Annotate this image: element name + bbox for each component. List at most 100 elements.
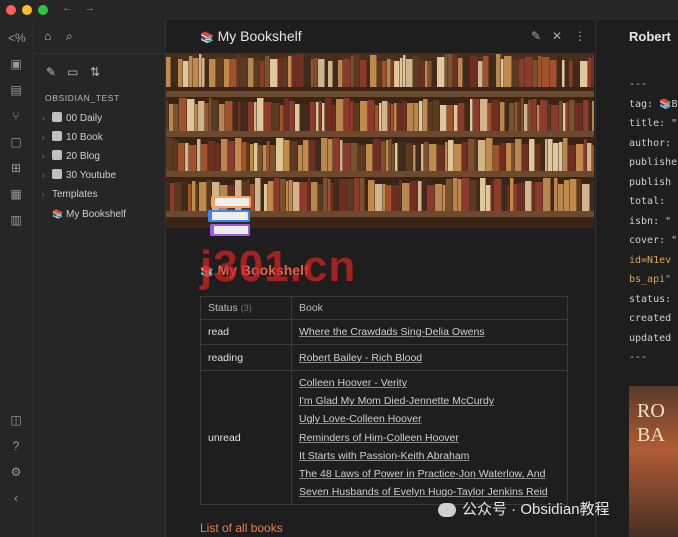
code-line: publish: [629, 176, 672, 188]
close-icon[interactable]: ✕: [552, 29, 562, 43]
code-line: isbn: ": [629, 215, 672, 227]
status-cell: reading: [200, 344, 292, 371]
calendar-icon[interactable]: ▦: [8, 186, 24, 202]
tree-item-label: 00 Daily: [66, 113, 103, 124]
left-ribbon: <% ▣ ▤ ⑂ ▢ ⊞ ▦ ▥ ◫ ? ⚙ ‹: [0, 20, 34, 537]
more-options-icon[interactable]: ⋮: [574, 29, 586, 43]
new-note-icon[interactable]: ✎: [46, 65, 56, 79]
tree-item-templates[interactable]: › Templates: [42, 186, 162, 204]
status-cell: read: [200, 319, 292, 345]
book-link[interactable]: I'm Glad My Mom Died-Jennette McCurdy: [299, 395, 494, 407]
right-editor-pane: Robert --- tag: 📚B title: " author: publishe…: [595, 20, 678, 537]
code-line: id=N1ev: [629, 254, 672, 266]
book-link[interactable]: Ugly Love-Colleen Hoover: [299, 413, 422, 425]
home-icon[interactable]: ⌂: [44, 29, 51, 43]
code-line: total:: [629, 196, 672, 207]
search-icon[interactable]: ⌕: [66, 29, 73, 44]
code-line: bs_api": [629, 274, 672, 285]
status-header-label: Status: [208, 302, 238, 314]
books-emoji-icon: [208, 196, 251, 236]
book-cover-image: RO BA: [629, 386, 678, 537]
code-line: ---: [629, 352, 648, 363]
code-line: author:: [629, 137, 672, 149]
wechat-watermark: 公众号 · Obsidian教程: [438, 498, 610, 519]
book-link[interactable]: Where the Crawdads Sing-Delia Owens: [299, 326, 485, 338]
wechat-icon: [438, 503, 456, 518]
calendar-folder-icon: [52, 112, 62, 123]
books-emoji-icon: 📚: [200, 32, 214, 44]
book-column-header[interactable]: Book: [291, 296, 568, 320]
tree-item-20-blog[interactable]: › 20 Blog: [42, 148, 162, 166]
book-cell: Where the Crawdads Sing-Delia Owens: [291, 319, 568, 345]
status-cell: unread: [200, 369, 292, 506]
book-link[interactable]: Colleen Hoover - Verity: [299, 377, 407, 389]
tree-item-10-book[interactable]: › 10 Book: [42, 129, 162, 147]
code-line: tag: 📚B: [629, 98, 678, 110]
table-row: reading Robert Bailey - Rich Blood: [200, 344, 568, 371]
settings-icon[interactable]: ⚙: [8, 464, 24, 480]
status-count: (3): [240, 303, 252, 313]
blog-folder-icon: [52, 150, 62, 161]
book-link[interactable]: Seven Husbands of Evelyn Hugo-Taylor Jen…: [299, 486, 548, 498]
chevron-right-icon[interactable]: ›: [42, 167, 52, 185]
book-icon[interactable]: ▥: [8, 212, 24, 228]
chevron-right-icon[interactable]: ›: [42, 110, 52, 128]
cover-text-line: BA: [637, 424, 665, 446]
sort-icon[interactable]: ⇅: [90, 65, 100, 79]
minimize-window-button[interactable]: [22, 5, 32, 15]
table-row: read Where the Crawdads Sing-Delia Owens: [200, 319, 568, 345]
collapse-icon[interactable]: ‹: [8, 490, 24, 506]
code-line: created: [629, 313, 672, 324]
tree-item-00-daily[interactable]: › 00 Daily: [42, 110, 162, 128]
book-link[interactable]: The 48 Laws of Power in Practice-Jon Wat…: [299, 468, 545, 480]
book-cell: Colleen Hoover - Verity I'm Glad My Mom …: [291, 369, 568, 506]
frontmatter-code[interactable]: --- tag: 📚B title: " author: publishe publish…: [629, 75, 678, 368]
edit-icon[interactable]: ✎: [531, 29, 541, 43]
tree-item-label: 30 Youtube: [66, 170, 117, 181]
watermark-text: j301.cn: [200, 242, 357, 291]
youtube-folder-icon: [52, 169, 62, 180]
tree-item-label: My Bookshelf: [66, 209, 127, 220]
chevron-right-icon[interactable]: ›: [42, 129, 52, 147]
nav-forward-icon[interactable]: →: [84, 2, 95, 14]
note-title[interactable]: 📚 My Bookshelf: [200, 28, 302, 44]
code-icon[interactable]: <%: [8, 30, 26, 46]
sidebar-top-bar: ⌂ ⌕: [34, 20, 165, 54]
tree-item-my-bookshelf[interactable]: 📚 My Bookshelf: [42, 205, 162, 223]
book-folder-icon: [52, 131, 62, 142]
file-icon[interactable]: ▤: [8, 82, 24, 98]
book-cell: Robert Bailey - Rich Blood: [291, 344, 568, 371]
book-link[interactable]: Robert Bailey - Rich Blood: [299, 352, 422, 364]
chevron-right-icon[interactable]: ›: [42, 186, 52, 204]
book-link[interactable]: It Starts with Passion-Keith Abraham: [299, 450, 469, 462]
code-line: ---: [629, 79, 648, 90]
maximize-window-button[interactable]: [38, 5, 48, 15]
cover-text-line: RO: [637, 400, 665, 422]
graph-icon[interactable]: ⑂: [8, 108, 24, 124]
help-circle-icon[interactable]: ◫: [8, 412, 24, 428]
code-line: title: ": [629, 118, 678, 129]
file-explorer: ⌂ ⌕ ✎ ▭ ⇅ OBSIDIAN_TEST › 00 Daily › 10 Bo…: [34, 20, 166, 537]
tree-item-label: 10 Book: [66, 132, 103, 143]
vault-name[interactable]: OBSIDIAN_TEST: [45, 93, 120, 103]
code-line: updated: [629, 332, 672, 344]
note-header: 📚 My Bookshelf ✎ ✕ ⋮: [166, 20, 594, 53]
title-bar: ← →: [0, 0, 678, 20]
command-icon[interactable]: ▢: [8, 134, 24, 150]
nav-back-icon[interactable]: ←: [62, 2, 73, 14]
chevron-right-icon[interactable]: ›: [42, 148, 52, 166]
tree-item-30-youtube[interactable]: › 30 Youtube: [42, 167, 162, 185]
bookshelf-table: Status (3) Book read Where the Crawdads …: [200, 296, 568, 506]
table-row: unread Colleen Hoover - Verity I'm Glad …: [200, 369, 568, 506]
terminal-icon[interactable]: ▣: [8, 56, 24, 72]
close-window-button[interactable]: [6, 5, 16, 15]
code-line: cover: ": [629, 235, 678, 246]
question-icon[interactable]: ?: [8, 438, 24, 454]
book-link[interactable]: Reminders of Him-Colleen Hoover: [299, 432, 459, 444]
right-pane-title[interactable]: Robert: [629, 29, 671, 44]
blocks-icon[interactable]: ⊞: [8, 160, 24, 176]
status-column-header[interactable]: Status (3): [200, 296, 292, 320]
books-emoji-icon: 📚: [52, 209, 64, 219]
new-folder-icon[interactable]: ▭: [67, 65, 78, 79]
tree-item-label: Templates: [52, 189, 98, 200]
